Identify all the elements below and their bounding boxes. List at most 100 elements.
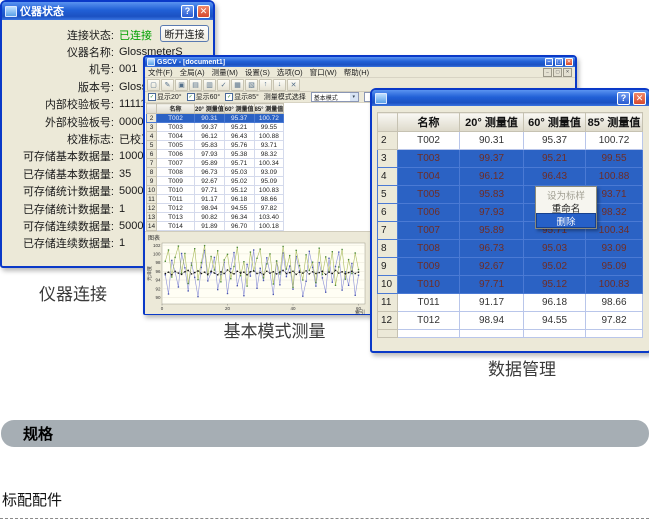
table-row[interactable]: 11T01191.1796.1898.66 — [378, 294, 643, 312]
maximize-icon[interactable]: ▢ — [553, 68, 562, 77]
table-row[interactable]: 8T00896.7395.0393.09 — [378, 240, 643, 258]
display-checkbox[interactable]: ✓显示20° — [148, 92, 182, 102]
table-row[interactable]: 7T00795.8995.71100.34 — [147, 159, 284, 168]
field-label: 可存储连续数据量: — [2, 218, 114, 234]
export-icon[interactable]: ▤ — [189, 79, 202, 91]
upload-icon[interactable]: ↑ — [259, 79, 272, 91]
cell-85deg: 100.72 — [586, 132, 643, 150]
close-icon[interactable]: ✕ — [565, 58, 573, 66]
minimize-icon[interactable]: ‒ — [543, 68, 552, 77]
cell-85deg: 99.55 — [586, 150, 643, 168]
cell-85deg: 100.83 — [586, 276, 643, 294]
table-row[interactable]: 14T01491.8996.70100.18 — [147, 222, 284, 231]
table-row[interactable]: 9T00992.6795.0295.09 — [378, 258, 643, 276]
close-icon[interactable]: ✕ — [197, 5, 210, 18]
cell-20deg: 92.67 — [460, 258, 524, 276]
table-row[interactable]: 8T00896.7395.0393.09 — [147, 168, 284, 177]
cell-name: T006 — [157, 150, 195, 159]
table-row[interactable]: 2T00290.3195.37100.72 — [147, 114, 284, 123]
menu-item[interactable]: 窗口(W) — [310, 67, 337, 78]
chart-icon[interactable]: ▧ — [245, 79, 258, 91]
menu-item[interactable]: 选项(O) — [277, 67, 303, 78]
cell-20deg: 91.17 — [460, 294, 524, 312]
cell-name: T004 — [398, 168, 460, 186]
cell-20deg: 97.93 — [195, 150, 225, 159]
svg-text:100: 100 — [153, 252, 161, 257]
checkbox-label: 显示60° — [196, 92, 221, 102]
cell-name: T003 — [157, 123, 195, 132]
data-management-table: 名称20° 测量值60° 测量值85° 测量值2T00290.3195.3710… — [377, 112, 643, 338]
table-row[interactable]: 2T00290.3195.37100.72 — [378, 132, 643, 150]
table-row[interactable]: 12T01298.9494.5597.82 — [378, 312, 643, 330]
context-menu-item[interactable]: 删除 — [537, 214, 595, 227]
menu-item[interactable]: 文件(F) — [148, 67, 173, 78]
close-icon[interactable]: ✕ — [563, 68, 572, 77]
svg-text:索引: 索引 — [355, 309, 365, 315]
row-number: 13 — [147, 213, 157, 222]
product-page: 仪器状态 ? ✕ 连接状态:已连接仪器名称:GlossmeterS机号:001版… — [0, 0, 649, 524]
print-icon[interactable]: ▥ — [203, 79, 216, 91]
empty-cell — [460, 330, 524, 338]
display-checkbox[interactable]: ✓显示60° — [187, 92, 221, 102]
data-management-titlebar: ? ✕ — [372, 90, 649, 106]
menu-item[interactable]: 设置(S) — [245, 67, 270, 78]
table-row[interactable]: 9T00992.6795.0295.09 — [147, 177, 284, 186]
checkbox-icon: ✓ — [148, 93, 156, 101]
table-row[interactable]: 12T01298.9494.5597.82 — [147, 204, 284, 213]
column-header — [378, 113, 398, 132]
table-row[interactable]: 4T00496.1296.43100.88 — [147, 132, 284, 141]
field-label: 外部校验板号: — [2, 114, 114, 130]
download-icon[interactable]: ↓ — [273, 79, 286, 91]
cell-60deg: 96.18 — [224, 195, 254, 204]
menu-item[interactable]: 全局(A) — [180, 67, 205, 78]
context-menu-item[interactable]: 设为标样 — [537, 188, 595, 201]
table-row[interactable]: 10T01097.7195.12100.83 — [147, 186, 284, 195]
save-icon[interactable]: ▣ — [175, 79, 188, 91]
table-row[interactable]: 6T00697.9395.3898.32 — [378, 204, 643, 222]
cell-20deg: 90.82 — [195, 213, 225, 222]
app-icon — [147, 58, 155, 66]
menu-item[interactable]: 测量(M) — [212, 67, 238, 78]
table-row[interactable]: 4T00496.1296.43100.88 — [378, 168, 643, 186]
svg-text:96: 96 — [155, 269, 161, 274]
cell-20deg: 97.93 — [460, 204, 524, 222]
open-icon[interactable]: ✎ — [161, 79, 174, 91]
delete-icon[interactable]: ✕ — [287, 79, 300, 91]
cell-20deg: 90.31 — [195, 114, 225, 123]
table-row[interactable]: 6T00697.9395.3898.32 — [147, 150, 284, 159]
measure-check-icon[interactable]: ✓ — [217, 79, 230, 91]
menu-item[interactable]: 帮助(H) — [344, 67, 369, 78]
column-header: 60° 测量值 — [224, 104, 254, 114]
table-row[interactable]: 10T01097.7195.12100.83 — [378, 276, 643, 294]
table-row[interactable]: 13T01390.8296.34103.40 — [147, 213, 284, 222]
maximize-icon[interactable]: ▢ — [555, 58, 563, 66]
checkbox-icon: ✓ — [187, 93, 195, 101]
cell-85deg: 93.71 — [254, 141, 284, 150]
table-row[interactable]: 5T00595.8395.7693.71 — [147, 141, 284, 150]
field-value: 1000 — [119, 150, 143, 162]
menu-bar: 文件(F) 全局(A) 测量(M) 设置(S) 选项(O) 窗口(W) 帮助(H) ‒▢✕ — [145, 67, 575, 78]
cell-85deg: 97.82 — [254, 204, 284, 213]
help-icon[interactable]: ? — [181, 5, 194, 18]
display-checkbox[interactable]: ✓显示85° — [225, 92, 259, 102]
table-row[interactable]: 3T00399.3795.2199.55 — [378, 150, 643, 168]
mode-combobox[interactable]: 基本模式 ▾ — [311, 92, 359, 102]
table-row[interactable]: 7T00795.8995.71100.34 — [378, 222, 643, 240]
table-row[interactable]: 5T00595.8395.7693.71 — [378, 186, 643, 204]
disconnect-button[interactable]: 断开连接 — [160, 25, 209, 42]
menu-item-list: 文件(F) 全局(A) 测量(M) 设置(S) 选项(O) 窗口(W) 帮助(H) — [148, 67, 369, 78]
cell-name: T014 — [157, 222, 195, 231]
cell-20deg: 95.89 — [195, 159, 225, 168]
minimize-icon[interactable]: ‒ — [545, 58, 553, 66]
table-row[interactable]: 11T01191.1796.1898.66 — [147, 195, 284, 204]
stats-icon[interactable]: ▦ — [231, 79, 244, 91]
cell-20deg: 95.89 — [460, 222, 524, 240]
svg-text:90: 90 — [155, 295, 161, 300]
help-icon[interactable]: ? — [617, 92, 630, 105]
new-icon[interactable]: ▢ — [147, 79, 160, 91]
close-icon[interactable]: ✕ — [633, 92, 646, 105]
cell-60deg: 95.02 — [524, 258, 586, 276]
context-menu-item[interactable]: 重命名 — [537, 201, 595, 214]
cell-60deg: 95.21 — [524, 150, 586, 168]
table-row[interactable]: 3T00399.3795.2199.55 — [147, 123, 284, 132]
